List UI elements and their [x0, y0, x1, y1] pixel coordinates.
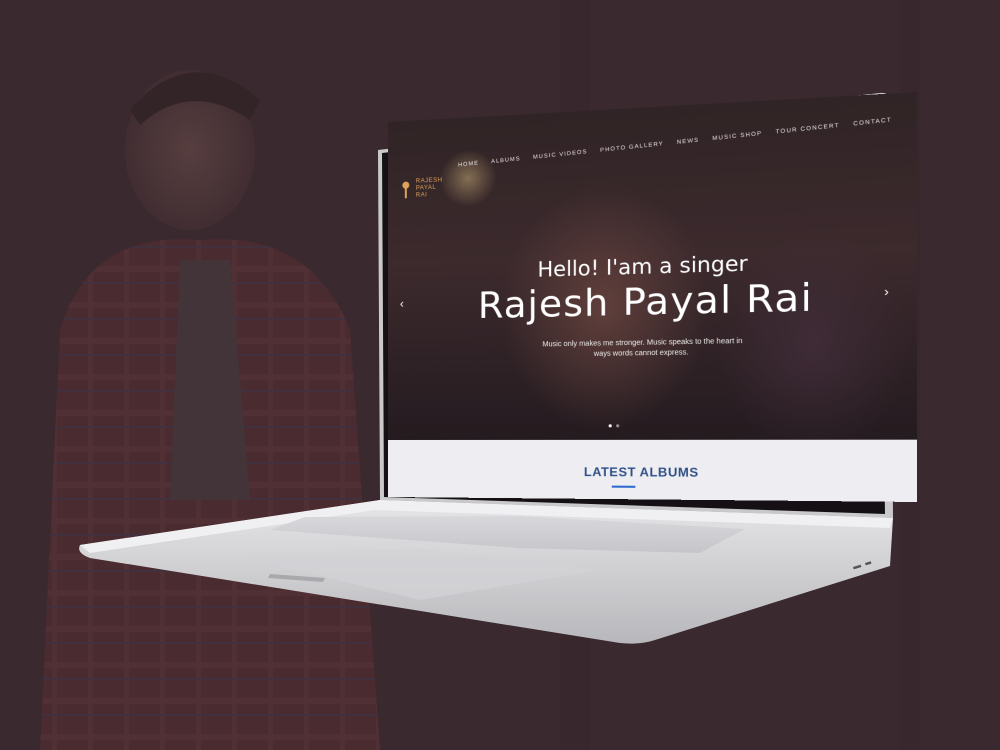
latest-albums-section: LATEST ALBUMS	[388, 440, 917, 502]
microphone-logo-icon	[400, 180, 412, 199]
website-screen: RAJESH PAYAL RAI HOME ALBUMS MUSIC VIDEO…	[388, 92, 917, 502]
hero-text: Hello! I'am a singer Rajesh Payal Rai Mu…	[388, 245, 917, 363]
section-title: LATEST ALBUMS	[388, 464, 917, 481]
logo-text: RAJESH PAYAL RAI	[416, 177, 446, 199]
slider-dot[interactable]	[616, 424, 619, 427]
slider-dot-active[interactable]	[609, 424, 612, 427]
hero-slider: RAJESH PAYAL RAI HOME ALBUMS MUSIC VIDEO…	[388, 92, 917, 440]
site-logo[interactable]: RAJESH PAYAL RAI	[400, 177, 446, 200]
slider-dots	[609, 424, 620, 427]
title-underline	[612, 486, 636, 488]
hero-tagline: Music only makes me stronger. Music spea…	[535, 337, 751, 361]
